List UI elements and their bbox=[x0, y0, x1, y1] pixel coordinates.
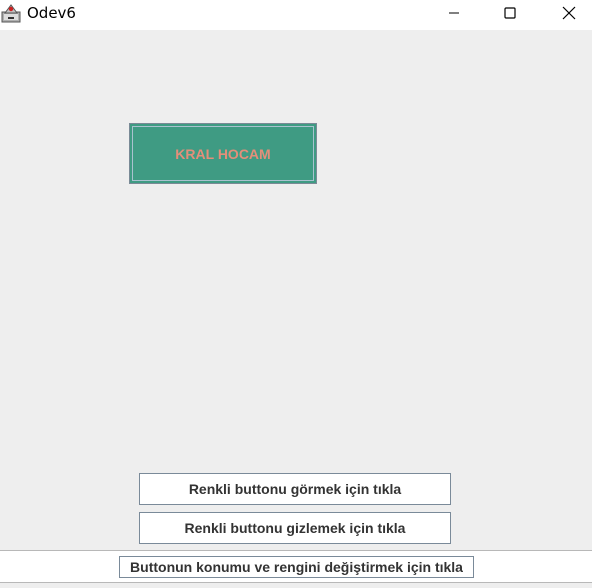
maximize-button[interactable] bbox=[487, 0, 533, 26]
colored-button-label: KRAL HOCAM bbox=[175, 145, 271, 162]
maximize-icon bbox=[504, 7, 516, 19]
close-icon bbox=[562, 6, 576, 20]
window-title: Odev6 bbox=[27, 4, 76, 22]
close-button[interactable] bbox=[546, 0, 592, 26]
java-app-icon bbox=[1, 4, 21, 23]
hide-colored-button[interactable]: Renkli buttonu gizlemek için tıkla bbox=[139, 512, 451, 544]
move-and-recolor-button[interactable]: Buttonun konumu ve rengini değiştirmek i… bbox=[119, 556, 474, 578]
colored-button-focus-border: KRAL HOCAM bbox=[132, 126, 314, 181]
minimize-button[interactable] bbox=[431, 0, 477, 26]
colored-button[interactable]: KRAL HOCAM bbox=[129, 123, 317, 184]
show-colored-button[interactable]: Renkli buttonu görmek için tıkla bbox=[139, 473, 451, 505]
minimize-icon bbox=[449, 12, 459, 14]
title-bar[interactable]: Odev6 bbox=[0, 0, 592, 30]
